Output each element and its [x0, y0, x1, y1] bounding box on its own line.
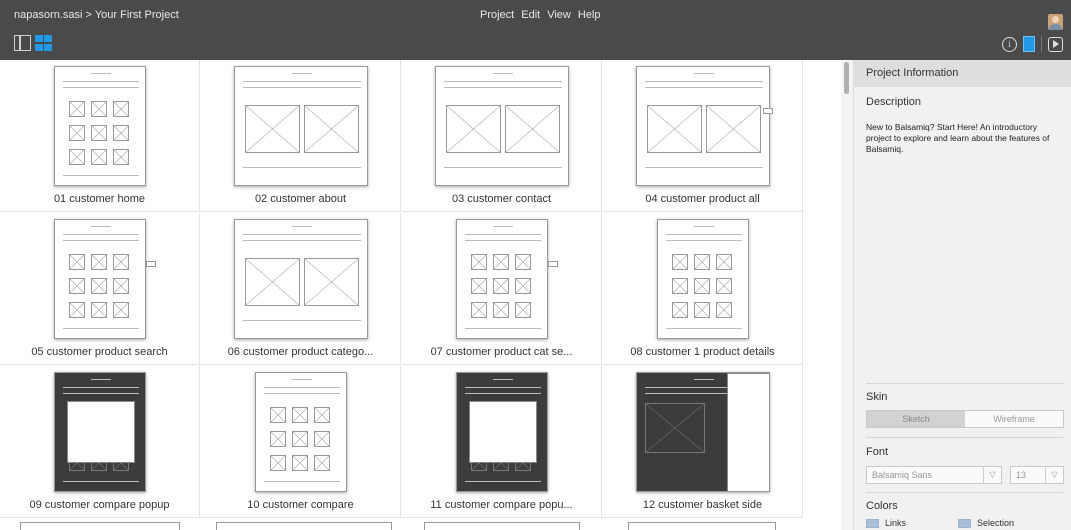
mockup-thumbnail [233, 219, 368, 339]
grid-view-icon[interactable] [35, 35, 52, 51]
menu-bar: Project Edit View Help [480, 9, 601, 21]
mockup-thumbnail-partial [216, 522, 392, 530]
mockup-thumbnail [635, 66, 770, 186]
description-text[interactable]: New to Balsamiq? Start Here! An introduc… [854, 108, 1071, 155]
mockup-thumbnail-partial [424, 522, 580, 530]
links-color-swatch[interactable] [866, 519, 879, 528]
mockup-card[interactable]: 04 customer product all [603, 60, 803, 212]
mockup-card[interactable]: 09 customer compare popup [0, 366, 200, 518]
mockup-label[interactable]: 04 customer product all [603, 193, 802, 205]
mockup-label[interactable]: 07 customer product cat se... [402, 346, 601, 358]
selection-color-label: Selection [977, 518, 1015, 528]
comment-marker[interactable] [548, 261, 558, 267]
mockup-thumbnail [254, 372, 347, 492]
mockup-thumbnail [455, 219, 548, 339]
font-size-value: 13 [1016, 470, 1027, 480]
mockup-label[interactable]: 11 customer compare popu... [402, 499, 601, 511]
mockup-card[interactable]: 05 customer product search [0, 213, 200, 365]
links-color-label: Links [885, 518, 907, 528]
skin-title: Skin [866, 391, 888, 403]
mockup-thumbnail [656, 219, 749, 339]
mockup-thumbnail [233, 66, 368, 186]
dropdown-arrow-icon: ▽ [1045, 467, 1063, 483]
mockup-label[interactable]: 08 customer 1 product details [603, 346, 802, 358]
mockup-grid: 01 customer home 02 customer about 03 cust… [0, 60, 841, 530]
mockup-label[interactable]: 01 customer home [0, 193, 199, 205]
menu-help[interactable]: Help [578, 9, 601, 21]
divider [866, 383, 1063, 384]
font-title: Font [866, 446, 889, 458]
mockup-card[interactable]: 03 customer contact [402, 60, 602, 212]
mockup-thumbnail [53, 372, 146, 492]
play-icon[interactable] [1048, 36, 1063, 52]
divider [866, 437, 1063, 438]
mockup-label[interactable]: 12 customer basket side [603, 499, 802, 511]
comment-marker[interactable] [763, 108, 773, 114]
mockup-card[interactable]: 10 customer compare [201, 366, 401, 518]
colors-title: Colors [866, 500, 898, 512]
breadcrumb[interactable]: napasorn.sasi > Your First Project [14, 9, 179, 21]
toolbar-right: i [1002, 36, 1063, 52]
panel-toggle-icon[interactable] [1023, 36, 1035, 52]
menu-edit[interactable]: Edit [521, 9, 540, 21]
description-title: Description [866, 96, 922, 108]
mockup-card[interactable]: 08 customer 1 product details [603, 213, 803, 365]
font-family-select[interactable]: Balsamiq Sans ▽ [866, 466, 1002, 484]
divider [866, 492, 1063, 493]
mockup-card[interactable]: 06 customer product catego... [201, 213, 401, 365]
scrollbar-thumb[interactable] [844, 62, 849, 94]
mockup-thumbnail [53, 66, 146, 186]
mockup-label[interactable]: 09 customer compare popup [0, 499, 199, 511]
mockup-thumbnail [53, 219, 146, 339]
mockup-label[interactable]: 05 customer product search [0, 346, 199, 358]
mockup-card[interactable]: 02 customer about [201, 60, 401, 212]
mockup-card[interactable]: 12 customer basket side [603, 366, 803, 518]
comment-marker[interactable] [146, 261, 156, 267]
mockup-label[interactable]: 10 customer compare [201, 499, 400, 511]
info-icon[interactable]: i [1002, 36, 1017, 52]
toolbar-divider [1041, 36, 1042, 52]
mockup-thumbnail [434, 66, 569, 186]
project-info-panel: Project Information Description New to B… [853, 60, 1071, 530]
view-toggle [14, 35, 52, 51]
mockup-thumbnail-partial [20, 522, 180, 530]
skin-option-wireframe[interactable]: Wireframe [965, 411, 1063, 427]
menu-project[interactable]: Project [480, 9, 514, 21]
skin-segmented-control: Sketch Wireframe [866, 410, 1064, 428]
panel-header: Project Information [854, 60, 1071, 87]
mockup-label[interactable]: 03 customer contact [402, 193, 601, 205]
grid-scrollbar[interactable] [841, 60, 853, 530]
avatar[interactable] [1048, 14, 1063, 30]
mockup-card[interactable]: 01 customer home [0, 60, 200, 212]
dropdown-arrow-icon: ▽ [983, 467, 1001, 483]
font-family-value: Balsamiq Sans [872, 470, 933, 480]
mockup-card[interactable]: 07 customer product cat se... [402, 213, 602, 365]
selection-color-swatch[interactable] [958, 519, 971, 528]
mockup-thumbnail [635, 372, 770, 492]
mockup-label[interactable]: 02 customer about [201, 193, 400, 205]
mockup-thumbnail [455, 372, 548, 492]
list-view-icon[interactable] [14, 35, 31, 51]
mockup-card[interactable]: 11 customer compare popu... [402, 366, 602, 518]
font-size-select[interactable]: 13 ▽ [1010, 466, 1064, 484]
mockup-thumbnail-partial [628, 522, 776, 530]
menu-view[interactable]: View [547, 9, 571, 21]
mockup-label[interactable]: 06 customer product catego... [201, 346, 400, 358]
skin-option-sketch[interactable]: Sketch [867, 411, 965, 427]
top-bar: napasorn.sasi > Your First Project Proje… [0, 0, 1071, 60]
